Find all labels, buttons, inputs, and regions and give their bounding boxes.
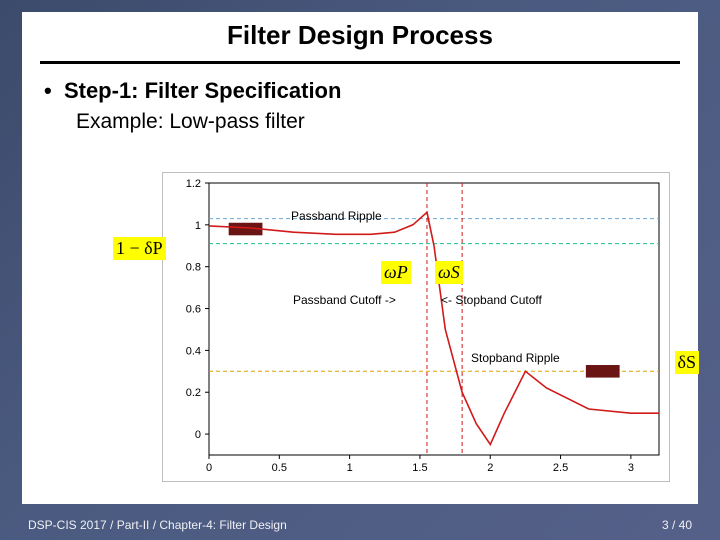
svg-text:0.5: 0.5	[272, 462, 287, 474]
svg-text:2: 2	[487, 462, 493, 474]
footer-breadcrumb: DSP-CIS 2017 / Part-II / Chapter-4: Filt…	[28, 518, 287, 532]
title-rule	[40, 61, 680, 64]
slide-content: Filter Design Process • Step-1: Filter S…	[22, 12, 698, 504]
svg-text:1: 1	[347, 462, 353, 474]
bullet-list: • Step-1: Filter Specification Example: …	[22, 78, 698, 134]
svg-text:0.2: 0.2	[186, 387, 201, 399]
page-title: Filter Design Process	[22, 12, 698, 61]
svg-text:1.5: 1.5	[412, 462, 427, 474]
slide-root: Filter Design Process • Step-1: Filter S…	[0, 0, 720, 540]
label-omega-s: ωS	[435, 261, 463, 284]
label-stopband-cutoff: <- Stopband Cutoff	[441, 293, 542, 307]
svg-text:2.5: 2.5	[553, 462, 568, 474]
footer-page-number: 3 / 40	[662, 518, 692, 532]
label-delta-p: 1 − δP	[113, 237, 166, 260]
label-delta-s: δS	[675, 351, 700, 374]
bullet-step1-text: Step-1: Filter Specification	[64, 78, 342, 103]
svg-text:0: 0	[195, 429, 201, 441]
svg-text:1.2: 1.2	[186, 178, 201, 190]
svg-text:0.6: 0.6	[186, 304, 201, 316]
label-passband-cutoff: Passband Cutoff ->	[293, 293, 396, 307]
chart-svg: 0 0.5 1 1.5 2 2.5 3 0 0.2 0.4 0.6 0.8 1 1.2	[163, 173, 669, 481]
bullet-step1: • Step-1: Filter Specification	[44, 78, 676, 104]
svg-text:3: 3	[628, 462, 634, 474]
svg-text:0: 0	[206, 462, 212, 474]
bullet-example: Example: Low-pass filter	[76, 110, 676, 134]
svg-text:0.8: 0.8	[186, 262, 201, 274]
svg-text:1: 1	[195, 220, 201, 232]
slide-footer: DSP-CIS 2017 / Part-II / Chapter-4: Filt…	[22, 512, 698, 532]
label-omega-p: ωP	[381, 261, 411, 284]
label-stopband-ripple: Stopband Ripple	[471, 351, 560, 365]
filter-chart: 00.511.522.5300.20.40.60.811.2 1 − δP ωP…	[162, 172, 670, 482]
svg-text:0.4: 0.4	[186, 345, 201, 357]
label-passband-ripple: Passband Ripple	[291, 209, 382, 223]
